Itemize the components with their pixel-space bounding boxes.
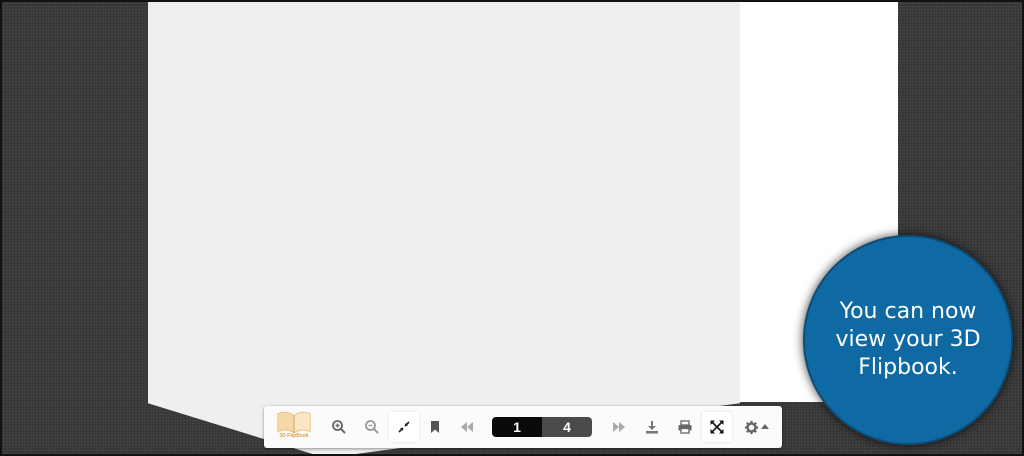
flipbook-logo: 3D FlipBook [274,410,314,444]
zoom-in-button[interactable] [325,412,353,442]
print-button[interactable] [671,412,699,442]
flipbook-left-page[interactable] [148,2,740,454]
fullscreen-button[interactable] [702,412,732,442]
fit-page-button[interactable] [389,412,419,442]
print-icon [678,420,692,434]
flipbook-logo-text: 3D FlipBook [279,433,309,439]
previous-page-button[interactable] [453,412,481,442]
settings-menu-button[interactable] [738,412,774,442]
total-pages-number: 4 [542,417,592,437]
download-button[interactable] [638,412,666,442]
caret-up-icon [760,424,769,429]
callout-badge: You can now view your 3D Flipbook. [803,235,1013,445]
page-indicator[interactable]: 1 4 [492,417,592,437]
download-icon [646,421,658,434]
zoom-out-button[interactable] [358,412,386,442]
rewind-icon [461,422,473,432]
bookmark-icon [431,421,439,433]
zoom-in-icon [332,420,346,434]
viewer-frame: 3D FlipBook 1 4 You can now view your 3D… [0,0,1024,456]
bookmark-button[interactable] [421,412,449,442]
open-book-icon [277,411,311,434]
expand-icon [710,420,724,434]
fast-forward-icon [613,422,625,432]
compress-icon [398,421,410,433]
next-page-button[interactable] [605,412,633,442]
flipbook-toolbar: 3D FlipBook 1 4 [264,406,782,448]
current-page-number[interactable]: 1 [492,417,542,437]
callout-text: You can now view your 3D Flipbook. [835,299,981,380]
gear-icon [744,420,758,434]
zoom-out-icon [365,420,379,434]
